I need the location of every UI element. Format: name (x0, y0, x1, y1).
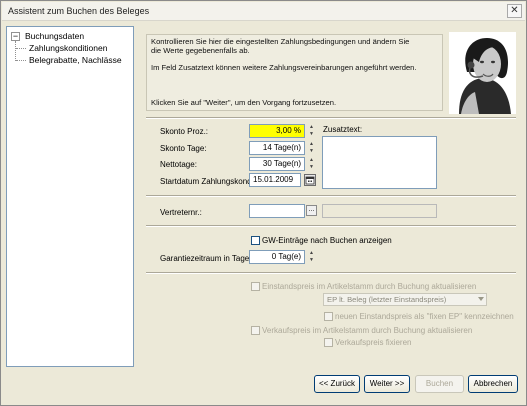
collapse-icon[interactable]: − (11, 32, 20, 41)
neuer-ep-checkbox[interactable] (324, 312, 333, 321)
nettotage-spinner[interactable]: ▲ ▼ (307, 157, 316, 171)
einstandspreis-checkbox[interactable] (251, 282, 260, 291)
garantie-input[interactable]: 0 Tag(e) (249, 250, 305, 264)
skonto-proz-input[interactable]: 3,00 % (249, 124, 305, 138)
tree-connector (16, 60, 26, 61)
garantie-label: Garantiezeitraum in Tagen: (160, 254, 256, 263)
spin-down-icon[interactable]: ▼ (307, 164, 316, 171)
calendar-button[interactable] (304, 174, 316, 186)
separator (146, 272, 516, 274)
calendar-icon (305, 176, 315, 185)
garantie-spinner[interactable]: ▲ ▼ (307, 250, 316, 264)
spin-up-icon[interactable]: ▲ (307, 250, 316, 257)
instruction-line: Klicken Sie auf "Weiter", um den Vorgang… (151, 98, 337, 107)
startdatum-label: Startdatum Zahlungskond.: (160, 177, 257, 186)
spin-down-icon[interactable]: ▼ (307, 257, 316, 264)
instruction-line: die Werte gegebenenfalls ab. (151, 46, 250, 55)
tree-item-zahlungskonditionen[interactable]: Zahlungskonditionen (29, 43, 107, 53)
verkaufspreis-checkbox[interactable] (251, 326, 260, 335)
next-button[interactable]: Weiter >> (364, 375, 410, 393)
zusatztext-textarea[interactable] (322, 136, 437, 189)
neuer-ep-label: neuen Einstandspreis als "fixen EP" kenn… (335, 312, 514, 321)
tree-item-buchungsdaten[interactable]: Buchungsdaten (25, 31, 84, 41)
book-button[interactable]: Buchen (415, 375, 464, 393)
separator (146, 225, 516, 227)
vertreter-lookup-button[interactable]: ... (306, 205, 317, 216)
navigation-tree: − Buchungsdaten Zahlungskonditionen Bele… (6, 26, 134, 367)
title-bar: Assistent zum Buchen des Beleges ✕ (2, 2, 525, 21)
support-agent-image (449, 32, 516, 114)
spin-up-icon[interactable]: ▲ (307, 141, 316, 148)
ep-mode-select[interactable]: EP lt. Beleg (letzter Einstandspreis) (323, 293, 487, 306)
separator (146, 195, 516, 197)
vertreternr-label: Vertreternr.: (160, 208, 202, 217)
vk-fixieren-checkbox[interactable] (324, 338, 333, 347)
spin-down-icon[interactable]: ▼ (307, 148, 316, 155)
spin-up-icon[interactable]: ▲ (307, 157, 316, 164)
vertreter-name-display (322, 204, 437, 218)
skonto-proz-spinner[interactable]: ▲ ▼ (307, 124, 316, 138)
nettotage-input[interactable]: 30 Tage(n) (249, 157, 305, 171)
wizard-window: Assistent zum Buchen des Beleges ✕ − Buc… (0, 0, 527, 406)
close-button[interactable]: ✕ (507, 4, 522, 18)
tree-connector (15, 41, 16, 61)
verkaufspreis-label: Verkaufspreis im Artikelstamm durch Buch… (262, 326, 473, 335)
skonto-tage-input[interactable]: 14 Tage(n) (249, 141, 305, 155)
window-title: Assistent zum Buchen des Beleges (8, 6, 150, 16)
ep-mode-value: EP lt. Beleg (letzter Einstandspreis) (327, 295, 447, 304)
instruction-line: Im Feld Zusatztext können weitere Zahlun… (151, 63, 417, 72)
zusatztext-label: Zusatztext: (323, 125, 363, 134)
tree-connector (16, 48, 26, 49)
skonto-proz-label: Skonto Proz.: (160, 127, 209, 136)
cancel-button[interactable]: Abbrechen (468, 375, 518, 393)
chevron-down-icon (478, 297, 484, 301)
skonto-tage-spinner[interactable]: ▲ ▼ (307, 141, 316, 155)
back-button[interactable]: << Zurück (314, 375, 360, 393)
startdatum-input[interactable]: 15.01.2009 (249, 173, 301, 187)
vk-fixieren-label: Verkaufspreis fixieren (335, 338, 412, 347)
einstandspreis-label: Einstandspreis im Artikelstamm durch Buc… (262, 282, 477, 291)
separator (146, 117, 516, 119)
spin-down-icon[interactable]: ▼ (307, 131, 316, 138)
skonto-tage-label: Skonto Tage: (160, 144, 207, 153)
instruction-panel: Kontrollieren Sie hier die eingestellten… (146, 34, 443, 111)
spin-up-icon[interactable]: ▲ (307, 124, 316, 131)
gw-eintraege-label: GW-Einträge nach Buchen anzeigen (262, 236, 392, 245)
vertreternr-input[interactable] (249, 204, 305, 218)
tree-item-belegrabatte[interactable]: Belegrabatte, Nachlässe (29, 55, 122, 65)
nettotage-label: Nettotage: (160, 160, 197, 169)
headset-agent-icon (449, 32, 516, 114)
gw-eintraege-checkbox[interactable] (251, 236, 260, 245)
